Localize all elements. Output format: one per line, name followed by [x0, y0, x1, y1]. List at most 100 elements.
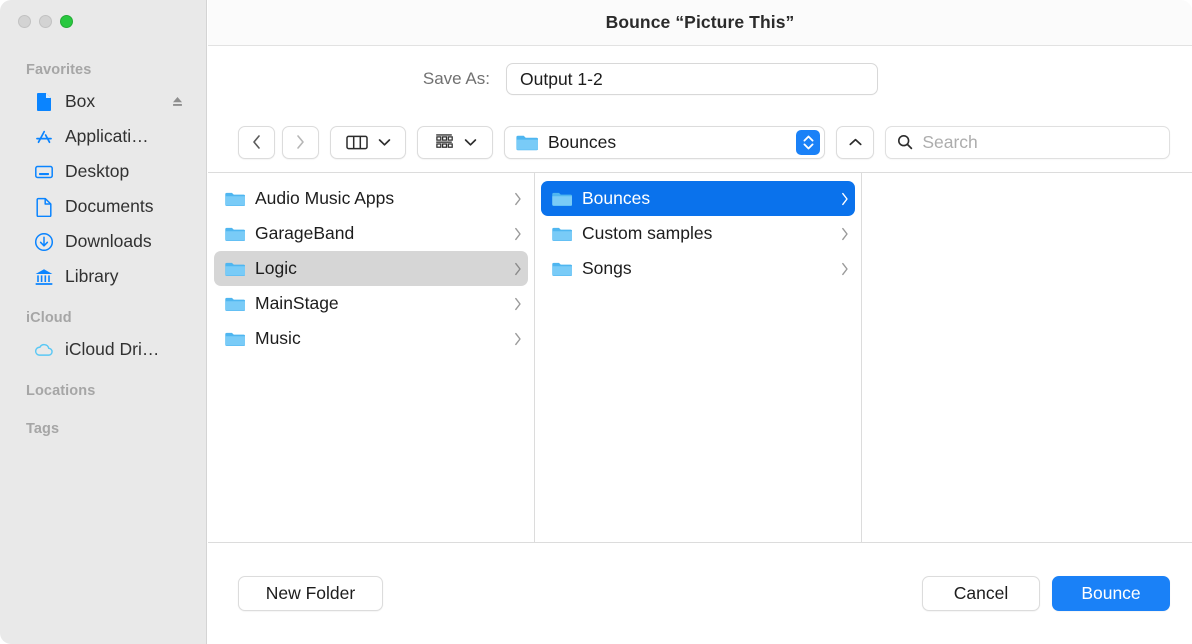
eject-icon[interactable]	[170, 95, 184, 109]
chevron-right-icon	[841, 227, 849, 241]
dialog-content: Bounce “Picture This” Save As: Output 1-…	[208, 0, 1192, 644]
sidebar-item-icloud-drive[interactable]: iCloud Dri…	[8, 332, 198, 367]
browser-column-1[interactable]: Audio Music Apps GarageBand Logic MainSt…	[208, 173, 535, 542]
documents-icon	[34, 197, 54, 217]
sidebar-item-label: Library	[65, 266, 119, 286]
sidebar-item-documents[interactable]: Documents	[8, 189, 198, 224]
sidebar-item-label: Applicati…	[65, 126, 149, 146]
sidebar-section-icloud: iCloud	[26, 310, 72, 326]
column-view-icon	[345, 134, 368, 151]
list-item-label: Music	[255, 328, 301, 348]
document-filled-icon	[34, 92, 54, 112]
chevron-right-icon	[514, 192, 522, 206]
save-as-row: Save As: Output 1-2	[208, 46, 1192, 112]
list-item-label: MainStage	[255, 293, 339, 313]
folder-icon	[224, 295, 245, 312]
chevron-right-icon	[841, 192, 849, 206]
sidebar-item-label: Documents	[65, 196, 154, 216]
library-icon	[34, 267, 54, 287]
sidebar-item-desktop[interactable]: Desktop	[8, 154, 198, 189]
page-title: Bounce “Picture This”	[605, 12, 795, 32]
save-as-input[interactable]: Output 1-2	[506, 63, 878, 95]
forward-button[interactable]	[282, 125, 319, 159]
titlebar: Bounce “Picture This”	[208, 0, 1192, 46]
chevron-left-icon	[251, 134, 262, 150]
sidebar-item-label: iCloud Dri…	[65, 339, 160, 359]
save-as-label: Save As:	[422, 69, 490, 88]
list-item-label: Audio Music Apps	[255, 188, 395, 208]
list-item[interactable]: GarageBand	[214, 216, 528, 251]
sidebar-section-tags: Tags	[26, 421, 60, 437]
chevron-down-icon	[464, 138, 477, 147]
column-browser: Audio Music Apps GarageBand Logic MainSt…	[208, 172, 1192, 543]
folder-icon	[551, 225, 572, 242]
chevron-right-icon	[514, 262, 522, 276]
list-item-label: Bounces	[582, 188, 651, 208]
toolbar: Bounces Search	[208, 112, 1192, 172]
list-item[interactable]: MainStage	[214, 286, 528, 321]
chevron-right-icon	[295, 134, 306, 150]
sidebar-item-box[interactable]: Box	[8, 84, 198, 119]
path-popup-label: Bounces	[548, 131, 617, 152]
sidebar-section-locations: Locations	[26, 383, 96, 399]
list-item-selected[interactable]: Logic	[214, 251, 528, 286]
list-item[interactable]: Songs	[541, 251, 855, 286]
list-item-label: Custom samples	[582, 223, 713, 243]
group-by-icon	[434, 133, 455, 151]
icloud-icon	[34, 340, 54, 360]
bounce-button[interactable]: Bounce	[1052, 576, 1170, 611]
folder-icon	[224, 330, 245, 347]
sidebar-item-label: Desktop	[65, 161, 130, 181]
close-button[interactable]	[18, 15, 31, 28]
view-mode-button[interactable]	[330, 125, 406, 159]
go-up-button[interactable]	[836, 125, 875, 159]
sidebar-section-favorites: Favorites	[26, 62, 92, 78]
chevron-down-icon	[378, 138, 391, 147]
app-store-icon	[34, 127, 54, 147]
chevron-up-icon	[848, 137, 863, 148]
search-field[interactable]: Search	[885, 125, 1170, 159]
nav-button-group	[238, 125, 319, 159]
chevron-right-icon	[514, 332, 522, 346]
sidebar-item-applications[interactable]: Applicati…	[8, 119, 198, 154]
chevron-right-icon	[514, 297, 522, 311]
browser-column-2[interactable]: Bounces Custom samples Songs	[535, 173, 862, 542]
downloads-icon	[34, 232, 54, 252]
list-item-label: GarageBand	[255, 223, 355, 243]
folder-icon	[224, 225, 245, 242]
sidebar-item-library[interactable]: Library	[8, 259, 198, 294]
folder-icon	[224, 260, 245, 277]
list-item[interactable]: Audio Music Apps	[214, 181, 528, 216]
folder-icon	[224, 190, 245, 207]
sidebar-item-label: Downloads	[65, 231, 152, 251]
path-popup-button[interactable]: Bounces	[504, 125, 826, 159]
list-item[interactable]: Music	[214, 321, 528, 356]
browser-column-3[interactable]	[862, 173, 1192, 542]
search-icon	[897, 134, 913, 150]
group-by-button[interactable]	[417, 125, 493, 159]
chevron-right-icon	[514, 227, 522, 241]
folder-icon	[515, 133, 538, 151]
sidebar-item-downloads[interactable]: Downloads	[8, 224, 198, 259]
list-item-label: Logic	[255, 258, 297, 278]
chevron-right-icon	[841, 262, 849, 276]
list-item-label: Songs	[582, 258, 632, 278]
desktop-icon	[34, 162, 54, 182]
new-folder-button[interactable]: New Folder	[238, 576, 383, 611]
sidebar-scroll[interactable]: Favorites Box Applicati… Desktop Documen…	[0, 56, 206, 644]
list-item-selected[interactable]: Bounces	[541, 181, 855, 216]
cancel-button[interactable]: Cancel	[922, 576, 1040, 611]
up-down-chevrons-icon[interactable]	[796, 129, 821, 155]
sidebar-item-label: Box	[65, 91, 96, 111]
minimize-button[interactable]	[39, 15, 52, 28]
back-button[interactable]	[238, 125, 275, 159]
footer: New Folder Cancel Bounce	[208, 543, 1192, 644]
save-dialog-window: Favorites Box Applicati… Desktop Documen…	[0, 0, 1192, 644]
zoom-button[interactable]	[60, 15, 73, 28]
sidebar: Favorites Box Applicati… Desktop Documen…	[0, 0, 207, 644]
search-input[interactable]: Search	[922, 132, 977, 153]
list-item[interactable]: Custom samples	[541, 216, 855, 251]
